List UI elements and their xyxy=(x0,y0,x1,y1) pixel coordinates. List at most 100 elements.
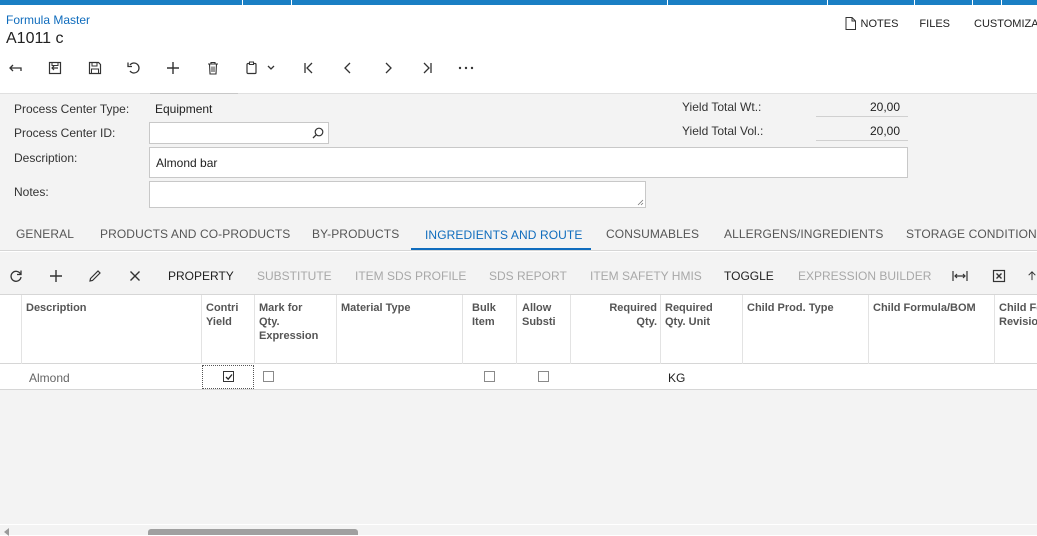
breadcrumb[interactable]: Formula Master xyxy=(6,13,90,27)
item-sds-profile-button[interactable]: ITEM SDS PROFILE xyxy=(355,269,466,283)
refresh-button[interactable] xyxy=(6,266,26,286)
more-actions-button[interactable] xyxy=(455,57,477,79)
mark-for-qty-expression-checkbox[interactable] xyxy=(263,371,274,382)
contri-yield-checkbox[interactable] xyxy=(223,371,234,382)
bulk-item-checkbox[interactable] xyxy=(484,371,495,382)
pencil-icon xyxy=(89,270,101,282)
upload-button[interactable] xyxy=(1027,266,1037,286)
export-excel-button[interactable] xyxy=(989,266,1009,286)
add-row-button[interactable] xyxy=(46,266,66,286)
delete-row-button[interactable] xyxy=(125,266,145,286)
table-row[interactable]: Almond KG xyxy=(0,364,1037,390)
yield-total-vol-value: 20,00 xyxy=(816,124,908,141)
tab-ingredients-and-route[interactable]: INGREDIENTS AND ROUTE xyxy=(425,228,582,242)
copy-paste-dropdown[interactable] xyxy=(263,57,279,79)
property-button[interactable]: PROPERTY xyxy=(168,269,234,283)
tab-consumables[interactable]: CONSUMABLES xyxy=(606,227,699,241)
tab-products-and-co-products[interactable]: PRODUCTS AND CO-PRODUCTS xyxy=(100,227,290,241)
upload-icon xyxy=(1028,271,1036,281)
ingredients-grid: Description Contri Yield Mark for Qty. Expr… xyxy=(0,294,1037,524)
previous-record-button[interactable] xyxy=(337,57,359,79)
fit-width-icon xyxy=(952,271,968,281)
column-header-mark-for-qty-expression[interactable]: Mark for Qty. Expression xyxy=(259,301,318,343)
allow-substi-checkbox[interactable] xyxy=(538,371,549,382)
copy-paste-button[interactable] xyxy=(241,57,263,79)
tab-general[interactable]: GENERAL xyxy=(16,227,74,241)
column-header-bulk-item[interactable]: Bulk Item xyxy=(472,301,496,329)
description-value: Almond bar xyxy=(156,156,218,170)
item-safety-hmis-button[interactable]: ITEM SAFETY HMIS xyxy=(590,269,702,283)
back-button[interactable] xyxy=(4,57,26,79)
column-divider xyxy=(516,295,517,364)
tab-storage-conditions[interactable]: STORAGE CONDITIONS xyxy=(906,227,1037,241)
column-header-description[interactable]: Description xyxy=(26,301,87,315)
tab-allergens-ingredients[interactable]: ALLERGENS/INGREDIENTS xyxy=(724,227,883,241)
first-record-button[interactable] xyxy=(298,57,320,79)
grid-toolbar: PROPERTY SUBSTITUTE ITEM SDS PROFILE SDS… xyxy=(0,252,1037,294)
resize-handle-icon[interactable] xyxy=(637,199,644,206)
substitute-button[interactable]: SUBSTITUTE xyxy=(257,269,332,283)
yield-total-vol-label: Yield Total Vol.: xyxy=(682,124,764,138)
column-header-child-prod-type[interactable]: Child Prod. Type xyxy=(747,301,834,315)
undo-button[interactable] xyxy=(123,57,145,79)
row-required-qty-unit[interactable]: KG xyxy=(668,371,685,385)
column-header-allow-substi[interactable]: Allow Substi xyxy=(522,301,556,329)
yield-total-wt-label: Yield Total Wt.: xyxy=(682,100,762,114)
add-icon xyxy=(167,62,179,74)
scrollbar-thumb[interactable] xyxy=(148,529,358,535)
field-divider xyxy=(150,93,238,94)
column-header-child-formula-revision[interactable]: Child FoRevisio xyxy=(999,301,1037,329)
last-record-button[interactable] xyxy=(416,57,438,79)
column-divider xyxy=(462,295,463,364)
cancel-changes-icon xyxy=(48,61,62,75)
page-title: A1011 c xyxy=(6,30,64,47)
notes-textarea[interactable] xyxy=(149,181,646,208)
process-center-id-label: Process Center ID: xyxy=(14,126,116,140)
column-header-child-formula-bom[interactable]: Child Formula/BOM xyxy=(873,301,976,315)
cancel-changes-button[interactable] xyxy=(44,57,66,79)
process-center-type-label: Process Center Type: xyxy=(14,102,130,116)
grid-header: Description Contri Yield Mark for Qty. Expr… xyxy=(0,294,1037,364)
copy-paste-icon xyxy=(246,61,257,75)
notes-label: NOTES xyxy=(860,17,899,30)
notes-link[interactable]: NOTES xyxy=(845,17,899,30)
column-header-required-qty-unit[interactable]: Required Qty. Unit xyxy=(665,301,713,329)
edit-row-button[interactable] xyxy=(85,266,105,286)
description-input[interactable]: Almond bar xyxy=(149,147,908,178)
process-center-id-input[interactable] xyxy=(149,122,329,144)
sds-report-button[interactable]: SDS REPORT xyxy=(489,269,567,283)
header-links: NOTES FILES CUSTOMIZATION xyxy=(825,17,1037,30)
customization-label: CUSTOMIZATION xyxy=(974,17,1037,30)
column-header-material-type[interactable]: Material Type xyxy=(341,301,411,315)
description-label: Description: xyxy=(14,151,78,165)
first-record-icon xyxy=(304,62,313,74)
horizontal-scrollbar[interactable] xyxy=(0,525,1037,536)
delete-button[interactable] xyxy=(202,57,224,79)
save-button[interactable] xyxy=(84,57,106,79)
column-divider xyxy=(336,295,337,364)
fit-columns-button[interactable] xyxy=(950,266,970,286)
column-divider xyxy=(660,295,661,364)
column-divider xyxy=(21,295,22,364)
undo-icon xyxy=(127,62,140,74)
last-record-icon xyxy=(423,62,432,74)
search-icon[interactable] xyxy=(312,127,324,139)
column-divider xyxy=(201,295,202,364)
customization-link[interactable]: CUSTOMIZATION xyxy=(974,17,1037,30)
add-button[interactable] xyxy=(162,57,184,79)
chevron-down-icon xyxy=(267,65,275,70)
files-link[interactable]: FILES xyxy=(919,17,950,30)
column-header-contri-yield[interactable]: Contri Yield xyxy=(206,301,238,329)
tab-by-products[interactable]: BY-PRODUCTS xyxy=(312,227,399,241)
close-icon xyxy=(130,271,140,281)
column-header-required-qty[interactable]: Required Qty. xyxy=(575,301,657,329)
files-label: FILES xyxy=(919,17,950,30)
notes-label: Notes: xyxy=(14,185,49,199)
toggle-button[interactable]: TOGGLE xyxy=(724,269,774,283)
expression-builder-button[interactable]: EXPRESSION BUILDER xyxy=(798,269,931,283)
summary-form: Process Center Type: Equipment Process C… xyxy=(0,93,1037,213)
add-icon xyxy=(50,270,62,282)
row-description[interactable]: Almond xyxy=(29,371,70,385)
next-record-button[interactable] xyxy=(377,57,399,79)
column-divider xyxy=(994,295,995,364)
